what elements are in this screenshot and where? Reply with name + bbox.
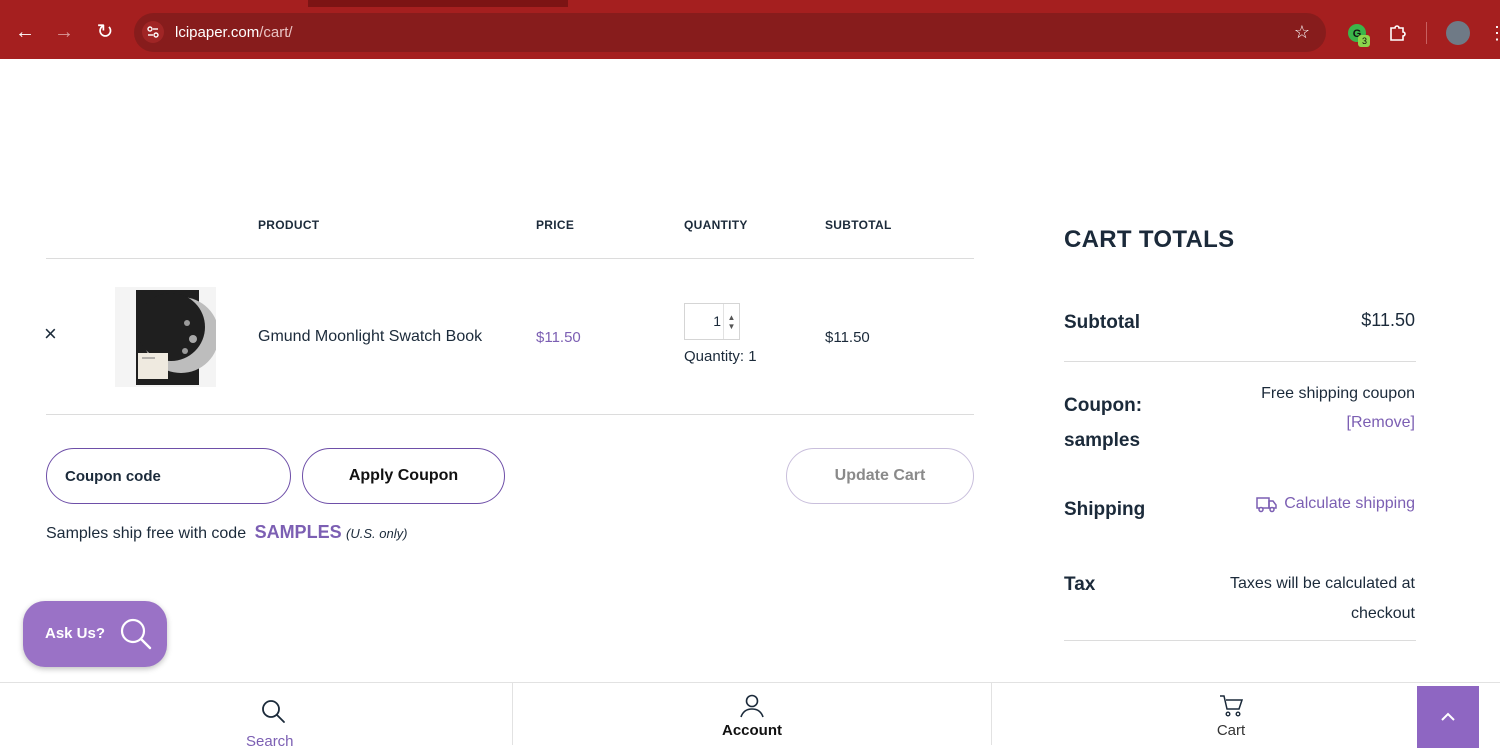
browser-menu-icon[interactable]: ⋮ [1488, 20, 1500, 46]
item-price: $11.50 [536, 329, 581, 346]
cart-totals-title: CART TOTALS [1064, 226, 1235, 253]
header-subtotal: SUBTOTAL [825, 218, 892, 232]
coupon-value: Free shipping coupon [1261, 385, 1415, 402]
header-quantity: QUANTITY [684, 218, 748, 232]
product-thumbnail[interactable] [115, 287, 219, 387]
quantity-value[interactable]: 1 [685, 304, 721, 339]
tax-value: Taxes will be calculated at checkout [1230, 575, 1415, 622]
cart-icon [1218, 693, 1244, 724]
tab-background [0, 0, 308, 7]
ask-us-button[interactable]: Ask Us? [23, 601, 167, 667]
quantity-stepper[interactable]: 1 ▲ ▼ [684, 303, 740, 340]
site-settings-icon[interactable] [142, 21, 164, 43]
bottom-nav-search-label: Search [246, 733, 294, 750]
table-divider [46, 258, 974, 259]
promo-code: SAMPLES [254, 522, 342, 542]
back-icon[interactable]: ← [12, 19, 38, 45]
account-icon [739, 693, 765, 724]
ask-us-label: Ask Us? [45, 625, 106, 642]
item-subtotal: $11.50 [825, 329, 870, 346]
bottom-nav-cart-label: Cart [1216, 722, 1246, 739]
tax-label: Tax [1064, 574, 1096, 595]
quantity-label: Quantity: 1 [684, 348, 757, 365]
totals-divider [1064, 361, 1416, 362]
subtotal-label: Subtotal [1064, 312, 1140, 333]
subtotal-value: $11.50 [1361, 310, 1415, 330]
coupon-label: Coupon: samples [1064, 395, 1143, 451]
toolbar-divider [1426, 22, 1427, 44]
profile-avatar[interactable] [1446, 21, 1470, 45]
totals-divider [1064, 640, 1416, 641]
apply-coupon-button[interactable]: Apply Coupon [302, 448, 505, 504]
scroll-to-top-button[interactable] [1417, 686, 1479, 748]
search-icon [261, 699, 287, 730]
truck-icon [1256, 497, 1277, 513]
bottom-nav-bar: Search Account Cart [0, 682, 1500, 750]
promo-text: Samples ship free with code [46, 525, 247, 542]
forward-icon[interactable]: → [51, 19, 77, 45]
url-text: lcipaper.com/cart/ [175, 24, 293, 41]
reload-icon[interactable]: ↻ [92, 19, 118, 45]
coupon-code-input[interactable] [46, 448, 291, 504]
extension-badge: 3 [1361, 36, 1367, 46]
extension-icon[interactable]: G 3 [1346, 22, 1372, 48]
shipping-label: Shipping [1064, 499, 1146, 520]
samples-promo: Samples ship free with code SAMPLES (U.S… [46, 522, 407, 543]
product-name-link[interactable]: Gmund Moonlight Swatch Book [258, 328, 482, 346]
browser-toolbar: ← → ↻ lcipaper.com/cart/ ☆ G 3 ⋮ [0, 0, 1500, 59]
address-bar[interactable]: lcipaper.com/cart/ ☆ [134, 13, 1326, 52]
header-product: PRODUCT [258, 218, 320, 232]
extensions-puzzle-icon[interactable] [1386, 21, 1410, 45]
bottom-nav-account[interactable]: Account [513, 683, 991, 745]
search-icon [119, 617, 153, 656]
bottom-nav-cart[interactable]: Cart [992, 683, 1470, 745]
update-cart-button[interactable]: Update Cart [786, 448, 974, 504]
calculate-shipping-link[interactable]: Calculate shipping [1256, 495, 1415, 513]
remove-item-icon[interactable]: × [44, 323, 62, 345]
chevron-up-icon [1439, 708, 1457, 731]
header-price: PRICE [536, 218, 575, 232]
promo-note: (U.S. only) [346, 526, 408, 541]
quantity-spin-icon[interactable]: ▲ ▼ [723, 304, 739, 339]
coupon-remove-link[interactable]: [Remove] [1347, 414, 1415, 432]
tab-strip [0, 0, 1500, 7]
bottom-nav-search[interactable]: Search [0, 683, 512, 750]
tab-background [568, 0, 1500, 7]
table-divider [46, 414, 974, 415]
bottom-nav-account-label: Account [722, 722, 782, 739]
bookmark-star-icon[interactable]: ☆ [1292, 22, 1312, 42]
